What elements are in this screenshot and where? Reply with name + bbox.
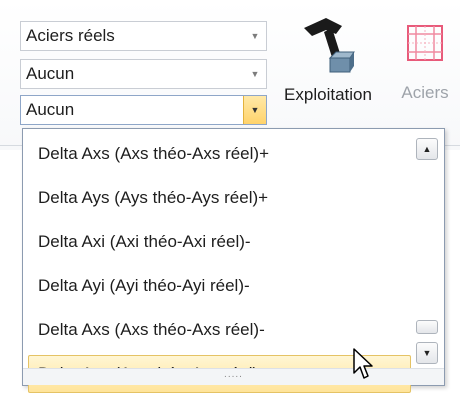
rebar-type-value: Aciers réels [26, 26, 115, 45]
chevron-down-icon[interactable]: ▼ [244, 22, 266, 50]
list-item[interactable]: Delta Axs (Axs théo-Axs réel)- [28, 311, 411, 349]
exploitation-button[interactable]: Exploitation [270, 14, 386, 105]
aciers-button[interactable]: Aciers [392, 18, 458, 103]
hammer-icon [304, 18, 355, 73]
triangle-up-icon: ▲ [422, 144, 432, 154]
list-item[interactable]: Delta Ayi (Ayi théo-Ayi réel)- [28, 267, 411, 305]
scrollbar[interactable]: ▲ ▼ [413, 130, 443, 368]
grip-dots-icon: ..... [224, 369, 243, 380]
exploitation-label: Exploitation [284, 85, 372, 104]
scrollbar-thumb[interactable] [416, 320, 438, 334]
aciers-label: Aciers [401, 83, 449, 102]
resize-grip[interactable]: ..... [23, 368, 444, 385]
mouse-cursor-icon [353, 348, 373, 379]
second-combo[interactable]: Aucun ▼ [20, 59, 267, 89]
scroll-down-button[interactable]: ▼ [416, 342, 438, 364]
dropdown-list[interactable]: Delta Axs (Axs théo-Axs réel)+ Delta Ays… [22, 128, 445, 393]
third-combo[interactable]: Aucun ▼ [20, 95, 267, 125]
rebar-type-combo[interactable]: Aciers réels ▼ [20, 21, 267, 51]
triangle-down-icon: ▼ [422, 348, 432, 358]
list-item[interactable]: Delta Axi (Axi théo-Axi réel)- [28, 223, 411, 261]
list-item[interactable]: Delta Axs (Axs théo-Axs réel)+ [28, 135, 411, 173]
scroll-up-button[interactable]: ▲ [416, 138, 438, 160]
chevron-down-icon[interactable]: ▼ [244, 60, 266, 88]
chevron-down-icon[interactable]: ▼ [243, 96, 266, 124]
list-item[interactable]: Delta Ays (Ays théo-Ays réel)+ [28, 179, 411, 217]
rebar-grid-icon [407, 25, 443, 61]
second-combo-value: Aucun [26, 64, 75, 83]
third-combo-value: Aucun [26, 100, 75, 119]
